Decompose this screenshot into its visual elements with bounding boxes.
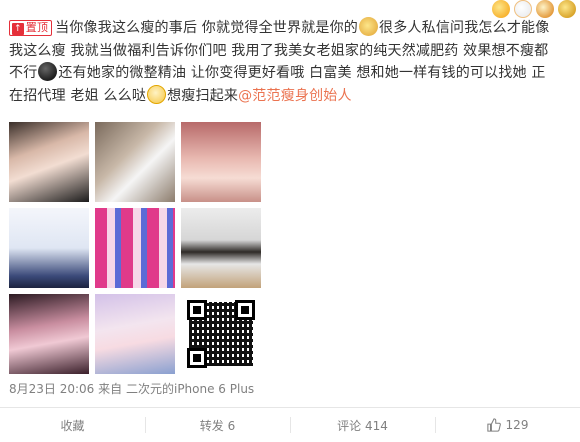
qr-finder-icon [187, 348, 207, 368]
hand-product-photo[interactable] [95, 122, 175, 202]
oil-bottles-photo[interactable] [181, 208, 261, 288]
pink-room-photo[interactable] [181, 122, 261, 202]
post-text: ↑ 置顶 当你像我这么瘦的事后 你就觉得全世界就是你的 很多人私信问我怎么才能像我这么… [9, 17, 557, 107]
selfie-photo[interactable] [9, 122, 89, 202]
action-bar: 收藏 转发 6 评论 414 129 [0, 408, 580, 442]
product-boxes-photo[interactable] [95, 208, 175, 288]
qr-finder-icon [187, 300, 207, 320]
post-date[interactable]: 8月23日 20:06 [9, 382, 94, 396]
app-screenshot-photo[interactable] [9, 208, 89, 288]
emoji-decorations [492, 0, 576, 18]
post-source[interactable]: 二次元的iPhone 6 Plus [126, 382, 254, 396]
emoji-icon [492, 0, 510, 18]
image-grid [9, 122, 261, 374]
doge-emoji-icon [359, 17, 379, 36]
emoji-icon [558, 0, 576, 18]
post-meta: 8月23日 20:06 来自 二次元的iPhone 6 Plus [9, 380, 254, 397]
qr-code[interactable] [181, 294, 261, 374]
pinned-label: 置顶 [25, 21, 49, 34]
post-text-part4: 想瘦扫起来 [167, 87, 239, 104]
pin-arrow-icon: ↑ [12, 23, 24, 35]
weibo-post: ↑ 置顶 当你像我这么瘦的事后 你就觉得全世界就是你的 很多人私信问我怎么才能像我这么… [0, 0, 580, 442]
mention-link[interactable]: @范范瘦身创始人 [238, 88, 352, 104]
emoji-icon [514, 0, 532, 18]
comment-button[interactable]: 评论 414 [290, 408, 435, 442]
qr-finder-icon [235, 300, 255, 320]
girl-selfie-photo[interactable] [9, 294, 89, 374]
pinned-badge: ↑ 置顶 [9, 20, 53, 36]
emoji-icon [536, 0, 554, 18]
black-ball-emoji-icon [38, 62, 58, 81]
comment-label: 评论 414 [337, 418, 388, 433]
smile-emoji-icon [147, 84, 167, 104]
repost-button[interactable]: 转发 6 [145, 408, 290, 442]
source-prefix: 来自 [98, 382, 123, 396]
post-text-part1: 当你像我这么瘦的事后 你就觉得全世界就是你的 [55, 20, 359, 36]
like-count: 129 [505, 418, 529, 432]
thumbs-up-icon [486, 418, 501, 432]
like-button[interactable]: 129 [435, 408, 580, 442]
repost-label: 转发 6 [199, 418, 236, 433]
favorite-button[interactable]: 收藏 [0, 408, 145, 442]
girl-holding-product-photo[interactable] [95, 294, 175, 374]
favorite-label: 收藏 [60, 418, 85, 433]
